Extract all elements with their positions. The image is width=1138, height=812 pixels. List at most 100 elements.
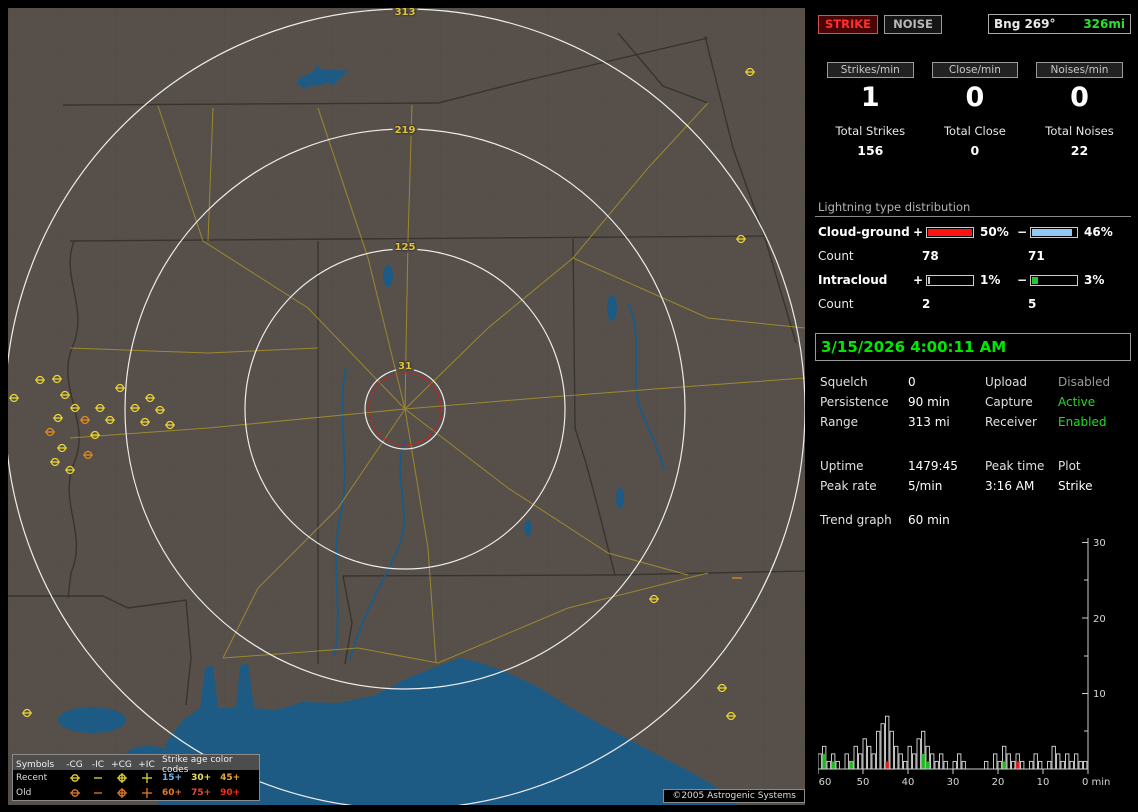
plus-percent-bar [926,226,974,238]
trend-graph: 30 20 10 60 50 40 30 20 10 0 min [818,538,1110,788]
legend-row-label: Recent [16,772,48,783]
trend-xtick-40: 40 [902,777,915,788]
age-code-labels: 60+ 75+ 90+ [159,788,256,798]
radar-map[interactable]: 313 219 125 31 Symbols -CG -IC +CG +IC S… [8,8,805,805]
plus-percent-bar [926,274,974,286]
ring-label-125: 125 [392,242,418,253]
rate-label-button[interactable]: Noises/min [1036,62,1123,78]
uptime-value: 1479:45 [908,459,958,473]
status-grid: Squelch 0 Upload Disabled Persistence 90… [820,372,1132,432]
icn-symbol-icon [87,787,109,799]
status-label: Persistence [820,395,889,409]
total-label: Total Strikes [835,124,906,138]
count-line: Count 2 5 [818,291,1132,317]
cgn-symbol-icon [62,787,87,799]
legend-symbols-header: Symbols [16,760,55,770]
stats-grid: Uptime 1479:45 Peak time Plot Peak rate … [820,456,1132,496]
uptime-label: Uptime [820,459,864,473]
status-row: Range 313 mi Receiver Enabled [820,412,1132,432]
icp-symbol-icon [134,787,159,799]
legend-header-row: Symbols -CG -IC +CG +IC Strike age color… [13,755,259,775]
status-label: Capture [985,395,1033,409]
status-state-value: Active [1058,395,1096,409]
peak-rate-label: Peak rate [820,479,877,493]
app-window: { "app": { "copyright": "©2005 Astrogeni… [0,0,1138,812]
distribution-header: Lightning type distribution [818,200,971,214]
trend-xtick-0min: 0 min [1082,777,1110,788]
bearing-label: Bng 269° [994,17,1056,31]
plus-count-value: 78 [922,249,939,263]
status-row: Squelch 0 Upload Disabled [820,372,1132,392]
icn-symbol-icon [87,772,109,784]
age-code-label: 30+ [191,772,212,783]
symbol-legend: Symbols -CG -IC +CG +IC Strike age color… [12,754,260,801]
distribution-type-label: Intracloud [818,273,888,287]
distribution-type-label: Cloud-ground [818,225,910,239]
distribution-rows: Cloud-ground + 50% − 46% Count 78 71 Int… [818,221,1132,317]
status-value: 313 mi [908,415,950,429]
rate-per-min-value: 1 [860,82,880,113]
minus-percent-value: 3% [1084,273,1105,287]
legend-col-pos-cg: +CG [111,760,132,770]
status-state-value: Enabled [1058,415,1107,429]
copyright-label: ©2005 Astrogenic Systems [663,789,805,803]
legend-row-label: Old [16,787,32,798]
minus-sign: − [1016,225,1028,239]
age-code-label: 60+ [162,787,183,798]
bearing-range-value: 326mi [1083,17,1125,31]
trend-xtick-30: 30 [947,777,960,788]
minus-percent-value: 46% [1084,225,1113,239]
noise-indicator-button[interactable]: NOISE [884,15,942,34]
trend-xtick-60: 60 [819,777,832,788]
total-label: Total Noises [1045,124,1114,138]
trend-xtick-10: 10 [1037,777,1050,788]
trend-ytick-20: 20 [1093,614,1106,625]
cgp-symbol-icon [109,772,134,784]
cgn-symbol-icon [62,772,87,784]
total-value: 156 [857,143,884,158]
datetime-display: 3/15/2026 4:00:11 AM [815,333,1131,361]
bearing-range-display: Bng 269° 326mi [988,14,1131,34]
legend-row: Old 60+ 75+ 90+ [13,785,259,800]
age-code-labels: 15+ 30+ 45+ [159,773,256,783]
rate-label-button[interactable]: Close/min [931,62,1019,78]
plus-sign: + [912,225,924,239]
count-line: Count 78 71 [818,243,1132,269]
age-code-label: 45+ [220,772,241,783]
rate-per-min-value: 0 [965,82,985,113]
status-value: 90 min [908,395,950,409]
count-label: Count [818,297,854,311]
trend-ytick-30: 30 [1093,538,1106,549]
trend-ytick-10: 10 [1093,689,1106,700]
total-value: 0 [970,143,980,158]
plus-percent-value: 50% [980,225,1009,239]
status-label: Range [820,415,859,429]
ring-label-31: 31 [396,361,414,372]
rate-column: Strikes/min 1 Total Strikes 156 [818,62,923,158]
rate-label-button[interactable]: Strikes/min [827,62,914,78]
strike-indicator-button[interactable]: STRIKE [818,15,878,34]
status-label: Receiver [985,415,1037,429]
legend-col-pos-ic: +IC [138,760,155,770]
minus-sign: − [1016,273,1028,287]
plus-percent-value: 1% [980,273,1001,287]
status-label: Squelch [820,375,868,389]
trend-graph-label: Trend graph [820,513,892,527]
plus-count-value: 2 [922,297,931,311]
trend-axes [818,538,1089,774]
status-label: Upload [985,375,1028,389]
trend-graph-row: Trend graph 60 min [820,510,950,530]
trend-xtick-20: 20 [992,777,1005,788]
peak-time-value: 3:16 AM [985,479,1035,493]
status-row: Persistence 90 min Capture Active [820,392,1132,412]
age-code-label: 15+ [162,772,183,783]
plus-sign: + [912,273,924,287]
plot-value: Strike [1058,479,1093,493]
minus-percent-bar [1030,226,1078,238]
icp-symbol-icon [134,772,159,784]
legend-col-neg-cg: -CG [66,760,83,770]
distribution-line: Intracloud + 1% − 3% [818,269,1132,291]
status-state-value: Disabled [1058,375,1111,389]
peak-time-label: Peak time [985,459,1045,473]
minus-count-value: 5 [1028,297,1037,311]
